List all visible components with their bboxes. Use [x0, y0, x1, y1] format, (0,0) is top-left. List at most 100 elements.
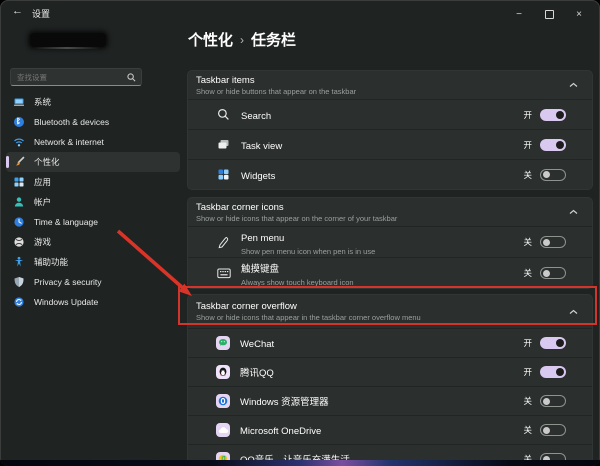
toggle-state-label: 开: [523, 367, 532, 377]
sidebar-item-system[interactable]: 系统: [6, 92, 180, 112]
toggle-knob: [543, 269, 550, 277]
sidebar-item-label: 帐户: [34, 197, 52, 207]
toggle-knob: [543, 238, 550, 246]
privacy-icon: [12, 276, 25, 289]
pen-icon: [216, 235, 231, 250]
setting-row-touch-keyboard: 触摸键盘 Always show touch keyboard icon 关: [188, 257, 592, 288]
setting-label: Search: [241, 110, 272, 122]
app-title: 设置: [32, 9, 51, 19]
pen-menu-toggle[interactable]: [540, 236, 566, 248]
toggle-state-label: 开: [523, 338, 532, 348]
sidebar-item-gaming[interactable]: 游戏: [6, 232, 180, 252]
sidebar-item-label: 应用: [34, 177, 52, 187]
section-subtitle: Show or hide buttons that appear on the …: [196, 86, 357, 96]
system-icon: [12, 96, 25, 109]
task-view-icon: [216, 137, 231, 152]
touch-keyboard-toggle[interactable]: [540, 267, 566, 279]
search-icon: [127, 72, 136, 82]
settings-window: ← 设置 − × 系统 Bluetooth & devices: [0, 0, 600, 466]
sidebar-item-bluetooth[interactable]: Bluetooth & devices: [6, 112, 180, 132]
setting-label: Windows 资源管理器: [240, 397, 329, 408]
sidebar-item-apps[interactable]: 应用: [6, 172, 180, 192]
setting-row-task-view: Task view 开: [188, 129, 592, 159]
toggle-state-label: 开: [523, 139, 532, 150]
explorer-toggle[interactable]: [540, 395, 566, 407]
qq-icon: [216, 365, 230, 379]
setting-label: Microsoft OneDrive: [240, 426, 322, 437]
setting-row-pen-menu: Pen menu Show pen menu icon when pen is …: [188, 226, 592, 257]
maximize-icon: [544, 9, 554, 19]
search-toggle[interactable]: [540, 108, 566, 121]
section-title: Taskbar items: [196, 74, 255, 86]
section-header-corner-overflow[interactable]: Taskbar corner overflow Show or hide ico…: [188, 295, 592, 328]
sidebar-item-label: Time & language: [34, 217, 98, 227]
sidebar-item-label: Network & internet: [34, 137, 104, 147]
main-content: 个性化 › 任务栏 Taskbar items Show or hide but…: [187, 28, 593, 466]
accessibility-icon: [12, 256, 25, 269]
minimize-button[interactable]: −: [504, 0, 534, 28]
time-language-icon: [12, 216, 25, 229]
network-icon: [12, 136, 25, 149]
group-taskbar-corner-icons: Taskbar corner icons Show or hide icons …: [187, 197, 593, 289]
sidebar-item-accessibility[interactable]: 辅助功能: [6, 252, 180, 272]
sidebar-item-network[interactable]: Network & internet: [6, 132, 180, 152]
toggle-knob: [543, 426, 550, 434]
breadcrumb-parent[interactable]: 个性化: [188, 29, 233, 50]
search-input[interactable]: [11, 72, 127, 82]
sidebar-item-label: 个性化: [34, 157, 60, 167]
sidebar-item-label: Privacy & security: [34, 277, 102, 287]
onedrive-icon: [216, 423, 230, 437]
wechat-icon: [216, 336, 230, 350]
wechat-toggle[interactable]: [540, 337, 566, 349]
toggle-state-label: 开: [523, 109, 532, 120]
titlebar: ← 设置 − ×: [0, 0, 600, 28]
settings-search-box[interactable]: [10, 68, 142, 86]
section-title: Taskbar corner overflow: [196, 301, 297, 312]
apps-icon: [12, 176, 25, 189]
back-button[interactable]: ←: [12, 5, 23, 17]
widgets-icon: [216, 167, 231, 182]
toggle-knob: [556, 368, 564, 376]
toggle-state-label: 关: [523, 237, 532, 247]
sidebar-nav: 系统 Bluetooth & devices Network & interne…: [0, 92, 186, 312]
sidebar-item-time-language[interactable]: Time & language: [6, 212, 180, 232]
setting-label: Task view: [241, 140, 283, 152]
widgets-toggle[interactable]: [540, 168, 566, 181]
sidebar-item-privacy[interactable]: Privacy & security: [6, 272, 180, 292]
toggle-state-label: 关: [523, 169, 532, 180]
settings-groups: Taskbar items Show or hide buttons that …: [187, 70, 593, 466]
sidebar-item-personalization[interactable]: 个性化: [6, 152, 180, 172]
sidebar-item-label: 辅助功能: [34, 257, 69, 267]
section-title: Taskbar corner icons: [196, 201, 284, 213]
chevron-up-icon: [569, 309, 578, 315]
close-button[interactable]: ×: [564, 0, 594, 28]
onedrive-toggle[interactable]: [540, 424, 566, 436]
section-header-taskbar-items[interactable]: Taskbar items Show or hide buttons that …: [188, 71, 592, 99]
toggle-knob: [543, 171, 550, 178]
user-account-redacted: [30, 33, 106, 49]
sidebar-item-windows-update[interactable]: Windows Update: [6, 292, 180, 312]
section-subtitle: Show or hide icons that appear on the co…: [196, 213, 398, 223]
search-icon: [216, 107, 231, 122]
setting-label: Widgets: [241, 170, 276, 182]
section-header-corner-icons[interactable]: Taskbar corner icons Show or hide icons …: [188, 198, 592, 226]
sidebar-item-label: Bluetooth & devices: [34, 117, 110, 127]
setting-row-widgets: Widgets 关: [188, 159, 592, 189]
toggle-state-label: 关: [523, 268, 532, 278]
toggle-state-label: 关: [523, 396, 532, 406]
setting-label: Pen menu: [241, 233, 285, 244]
desktop-taskbar-sliver: [0, 460, 600, 466]
chevron-up-icon: [569, 82, 578, 88]
windows-update-icon: [12, 296, 25, 309]
setting-sublabel: Show pen menu icon when pen is in use: [241, 247, 376, 256]
task-view-toggle[interactable]: [540, 138, 566, 151]
toggle-knob: [543, 397, 550, 405]
sidebar-item-accounts[interactable]: 帐户: [6, 192, 180, 212]
sidebar: 系统 Bluetooth & devices Network & interne…: [0, 28, 186, 460]
toggle-knob: [556, 339, 564, 347]
toggle-knob: [556, 140, 564, 149]
setting-row-wechat: WeChat 开: [188, 328, 592, 357]
maximize-button[interactable]: [534, 0, 564, 28]
qq-toggle[interactable]: [540, 366, 566, 378]
toggle-knob: [556, 110, 564, 119]
